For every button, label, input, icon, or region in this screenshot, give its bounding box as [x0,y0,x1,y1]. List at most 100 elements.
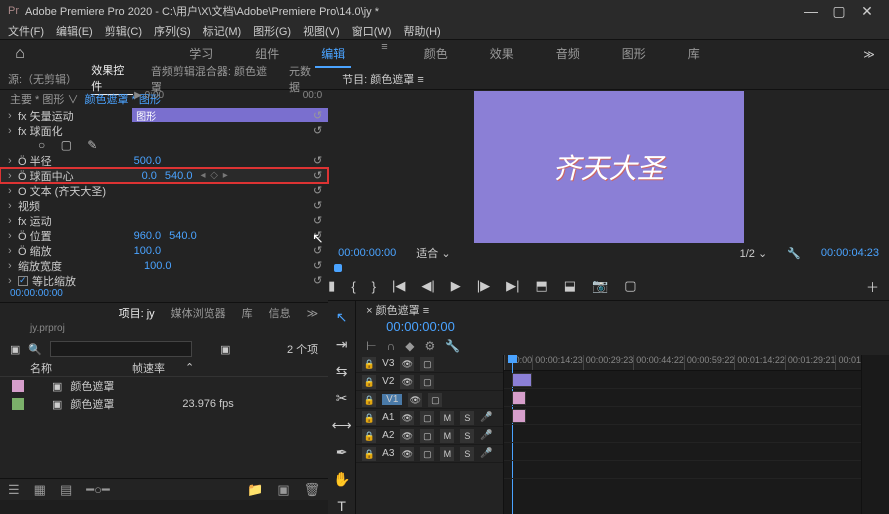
step-back-icon[interactable]: ◀| [421,278,434,294]
zoom-slider[interactable]: ━○━ [86,482,110,498]
settings-icon[interactable]: ⚙ [424,339,435,353]
workspace-overflow-icon[interactable]: ≫ [849,48,889,61]
razor-tool-icon[interactable]: ✂ [336,390,348,407]
fx-property-row[interactable]: ›Ö 球面中心0.0540.0◂ ◇ ▸↺ [0,168,328,183]
next-edit-icon[interactable]: ▶| [506,278,519,294]
col-name[interactable]: 名称 [30,360,52,376]
workspace-tab[interactable]: 编辑 [315,41,351,68]
ruler-tick[interactable]: 00:01 [835,355,861,370]
clip-v2[interactable] [512,391,526,405]
checkbox-icon[interactable] [18,276,28,286]
reset-icon[interactable]: ↺ [313,214,322,227]
program-zoom-dropdown[interactable]: 1/2 ⌄ [740,247,768,260]
fx-value[interactable]: 500.0 [134,155,162,167]
solo-icon[interactable]: S [460,429,474,443]
mute-icon[interactable]: M [440,447,454,461]
workspace-tab[interactable]: 颜色 [418,41,454,68]
track-toggle-icon[interactable]: 👁 [400,429,414,443]
track-sync-icon[interactable]: ▢ [420,411,434,425]
keyframe-nav-icon[interactable]: ◂ ◇ ▸ [200,170,228,181]
close-button[interactable]: ✕ [853,3,881,20]
track-header[interactable]: 🔒V3👁▢ [356,355,503,373]
type-tool-icon[interactable]: T [337,498,346,514]
track-name[interactable]: A3 [382,448,394,459]
fx-property-row[interactable]: ›fx 矢量运动↺ [0,108,328,123]
voice-icon[interactable]: 🎤 [480,430,492,441]
menu-item[interactable]: 帮助(H) [403,23,440,39]
track-header[interactable]: 🔒 V1 👁 ▢ [356,391,503,409]
timeline-tab[interactable]: × 颜色遮罩 ≡ [356,301,889,319]
ripple-tool-icon[interactable]: ⇆ [336,363,348,380]
ruler-tick[interactable]: 00:01:29:21 [785,355,836,370]
track-name[interactable]: A1 [382,412,394,423]
go-in-icon[interactable]: } [372,279,376,294]
mute-icon[interactable]: M [440,411,454,425]
workspace-menu-icon[interactable]: ≡ [381,41,387,68]
track-sync-icon[interactable]: ▢ [420,375,434,389]
reset-icon[interactable]: ↺ [313,244,322,257]
track-lock-icon[interactable]: 🔒 [362,429,376,443]
bin-icon[interactable]: ▣ [10,343,20,356]
track-toggle-icon[interactable]: 👁 [408,393,422,407]
play-icon[interactable]: ▶ [451,278,461,294]
fx-property-row[interactable]: ›fx 运动↺ [0,213,328,228]
project-item-row[interactable]: ▣颜色遮罩 [0,377,328,395]
reset-icon[interactable]: ↺ [313,154,322,167]
menu-item[interactable]: 文件(F) [8,23,44,39]
menu-item[interactable]: 编辑(E) [56,23,93,39]
track-name[interactable]: A2 [382,430,394,441]
track-sync-icon[interactable]: ▢ [428,393,442,407]
track-toggle-icon[interactable]: 👁 [400,447,414,461]
track-header[interactable]: 🔒V2👁▢ [356,373,503,391]
track-name[interactable]: V2 [382,376,394,387]
fx-property-row[interactable]: ›Ö 半径500.0↺ [0,153,328,168]
menu-item[interactable]: 图形(G) [253,23,291,39]
menu-item[interactable]: 剪辑(C) [105,23,142,39]
clip-v1[interactable] [512,409,526,423]
list-view-icon[interactable]: ☰ [8,482,20,498]
fx-timecode[interactable]: 00:00:00:00 [0,288,328,302]
reset-icon[interactable]: ↺ [313,259,322,272]
workspace-tab[interactable]: 音频 [550,41,586,68]
program-fit-dropdown[interactable]: 适合 ⌄ [416,245,450,261]
track-toggle-icon[interactable]: 👁 [400,411,414,425]
reset-icon[interactable]: ↺ [313,229,322,242]
export-frame-icon[interactable]: 📷 [592,278,608,294]
reset-icon[interactable]: ↺ [313,199,322,212]
panel-overflow-icon[interactable]: ≫ [307,307,319,320]
mute-icon[interactable]: M [440,429,454,443]
timeline-timecode[interactable]: 00:00:00:00 [356,319,889,337]
fx-property-row[interactable]: ›fx 球面化↺○ ▢ ✎ [0,123,328,138]
button-editor-icon[interactable]: ＋ [866,277,879,296]
fx-property-row[interactable]: ›视频↺ [0,198,328,213]
track-name[interactable]: V1 [382,394,402,405]
mask-shape-icons[interactable]: ○ ▢ ✎ [38,138,103,152]
lift-icon[interactable]: ⬒ [536,278,548,294]
icon-view-icon[interactable]: ▦ [34,482,46,498]
safe-margin-icon[interactable]: ▢ [624,278,636,294]
clip-v3[interactable] [512,373,532,387]
track-toggle-icon[interactable]: 👁 [400,375,414,389]
track-toggle-icon[interactable]: 👁 [400,357,414,371]
col-fps[interactable]: 帧速率 [132,360,165,376]
track-sync-icon[interactable]: ▢ [420,357,434,371]
track-header[interactable]: 🔒A1👁▢MS🎤 [356,409,503,427]
ruler-tick[interactable]: 00:00:44:22 [633,355,684,370]
project-panel-tab[interactable]: 库 [242,305,253,321]
track-lock-icon[interactable]: 🔒 [362,411,376,425]
track-lock-icon[interactable]: 🔒 [362,393,376,407]
home-icon[interactable]: ⌂ [0,45,40,63]
project-panel-tab[interactable]: 信息 [269,305,291,321]
fx-property-row[interactable]: ›等比缩放↺ [0,273,328,288]
new-bin-icon[interactable]: 📁 [247,482,263,498]
snap-icon[interactable]: ⊢ [366,339,376,353]
workspace-tab[interactable]: 效果 [484,41,520,68]
menu-item[interactable]: 视图(V) [303,23,340,39]
track-lock-icon[interactable]: 🔒 [362,357,376,371]
trash-icon[interactable]: 🗑 [304,482,321,498]
program-monitor[interactable]: 齐天大圣 [474,91,744,243]
minimize-button[interactable]: — [797,3,825,19]
workspace-tab[interactable]: 库 [682,41,706,68]
fx-property-row[interactable]: ›Ö 缩放100.0↺ [0,243,328,258]
col-sort-icon[interactable]: ⌃ [185,361,194,374]
